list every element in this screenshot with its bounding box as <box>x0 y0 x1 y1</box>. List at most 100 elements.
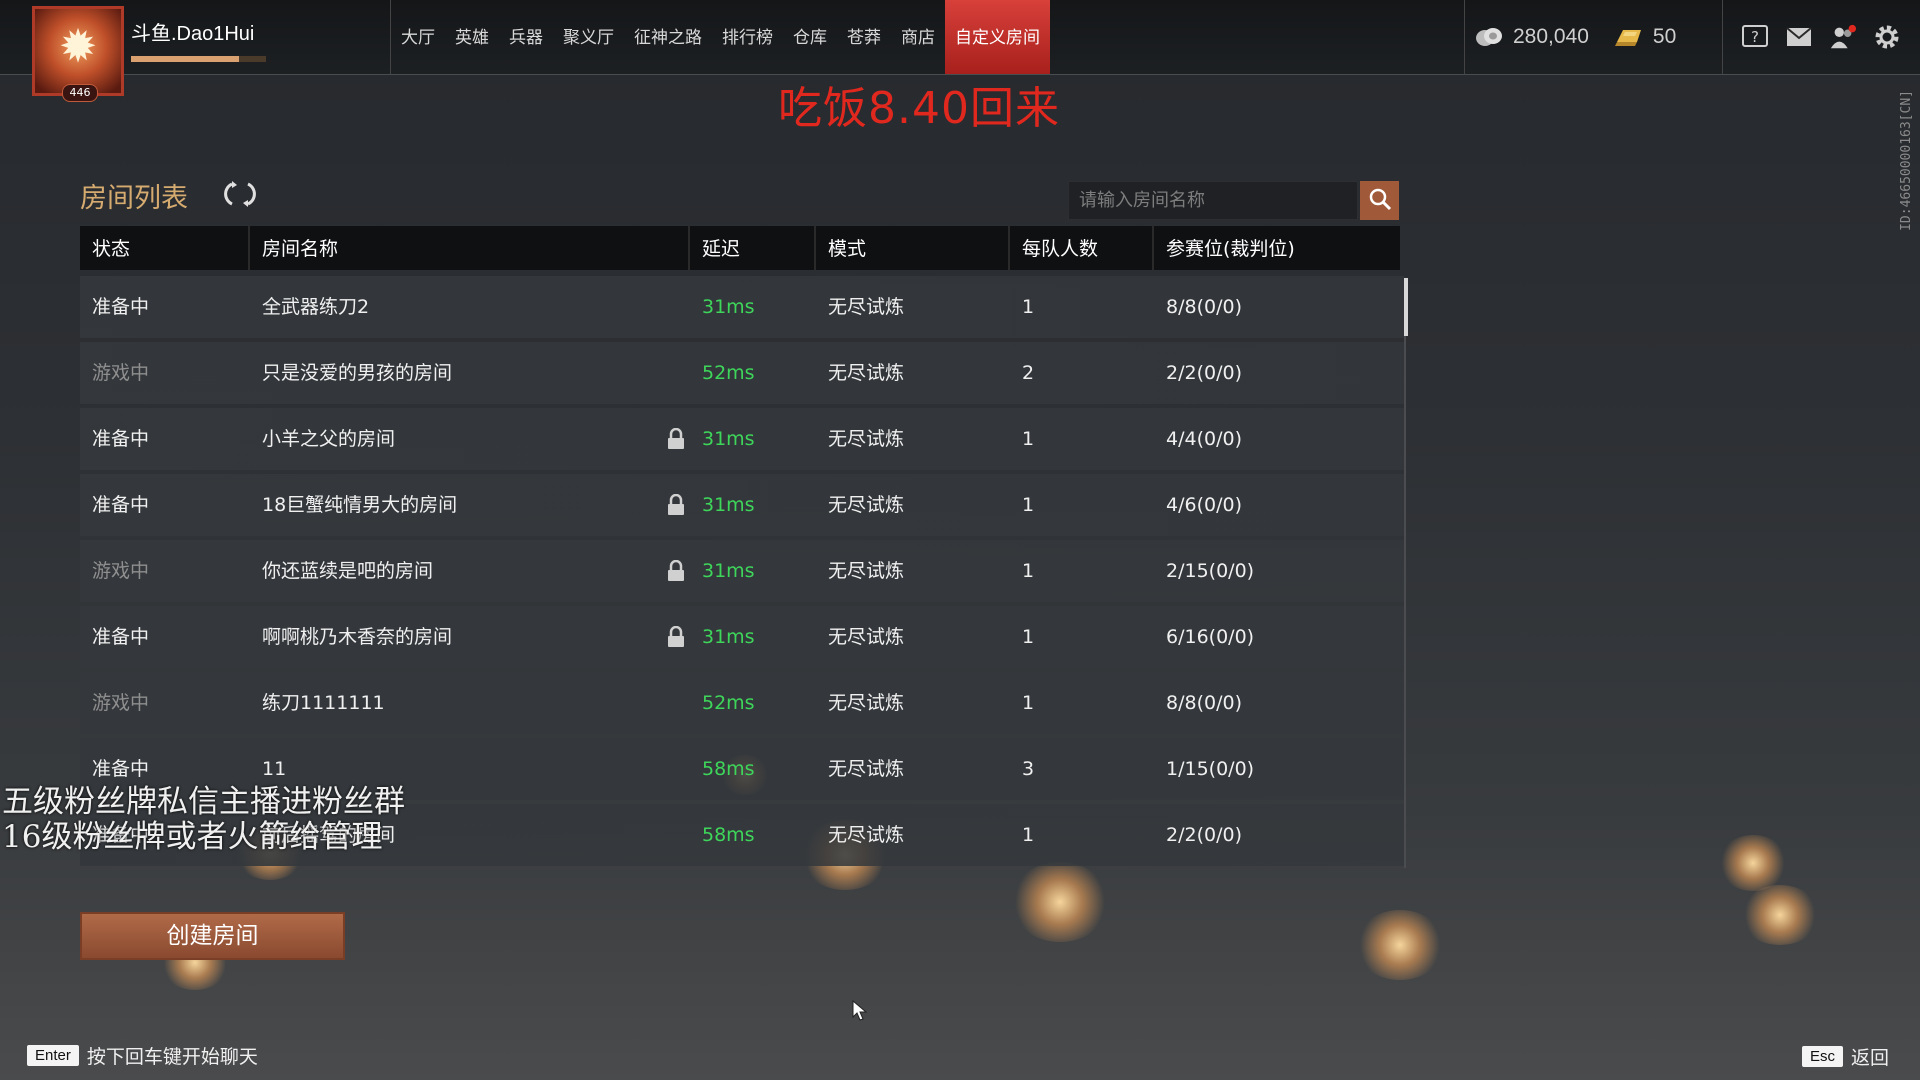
room-ping: 31ms <box>702 560 755 582</box>
level-badge: 446 <box>62 84 98 102</box>
header-status: 状态 <box>80 226 250 270</box>
room-ping: 52ms <box>702 362 755 384</box>
room-row[interactable]: 准备中 啊啊桃乃木香奈的房间 31ms 无尽试炼 1 6/16(0/0) <box>80 606 1404 668</box>
room-ping: 31ms <box>702 296 755 318</box>
room-status: 准备中 <box>92 428 150 450</box>
nav-item[interactable]: 苍莽 <box>837 0 891 74</box>
room-status: 游戏中 <box>92 692 150 714</box>
room-mode: 无尽试炼 <box>828 692 905 714</box>
friends-icon[interactable] <box>1829 23 1857 51</box>
room-mode: 无尽试炼 <box>828 626 905 648</box>
search-button[interactable] <box>1360 181 1399 220</box>
room-name: 18巨蟹纯情男大的房间 <box>262 494 458 516</box>
room-mode: 无尽试炼 <box>828 758 905 780</box>
room-team-size: 2 <box>1022 362 1035 384</box>
avatar-emblem-icon: ✹ <box>58 19 98 73</box>
refresh-icon[interactable] <box>224 178 256 210</box>
main-nav: 大厅 英雄 兵器 聚义厅 征神之路 排行榜 仓库 苍莽 商店 自定义房间 <box>390 0 1050 74</box>
help-icon[interactable]: ? <box>1741 23 1769 51</box>
header-team-size: 每队人数 <box>1010 226 1154 270</box>
room-slots: 8/8(0/0) <box>1166 692 1242 714</box>
room-row[interactable]: 游戏中 练刀1111111 52ms 无尽试炼 1 8/8(0/0) <box>80 672 1404 734</box>
room-team-size: 1 <box>1022 494 1035 516</box>
room-slots: 2/2(0/0) <box>1166 362 1242 384</box>
nav-item[interactable]: 英雄 <box>445 0 499 74</box>
room-mode: 无尽试炼 <box>828 362 905 384</box>
nav-item[interactable]: 征神之路 <box>624 0 712 74</box>
esc-key-badge: Esc <box>1802 1046 1844 1067</box>
nav-item[interactable]: 自定义房间 <box>945 0 1050 74</box>
lock-icon <box>666 559 686 582</box>
room-row[interactable]: 准备中 18巨蟹纯情男大的房间 31ms 无尽试炼 1 4/6(0/0) <box>80 474 1404 536</box>
top-icons: ? <box>1722 0 1901 74</box>
room-slots: 4/4(0/0) <box>1166 428 1242 450</box>
nav-item[interactable]: 大厅 <box>391 0 445 74</box>
room-status: 游戏中 <box>92 560 150 582</box>
room-team-size: 1 <box>1022 560 1035 582</box>
stream-overlay-line2: 16级粉丝牌或者火箭给管理 <box>2 819 383 855</box>
room-status: 准备中 <box>92 296 150 318</box>
enter-key-badge: Enter <box>27 1045 79 1066</box>
room-team-size: 1 <box>1022 626 1035 648</box>
gold-ingot-icon <box>1614 26 1643 48</box>
player-avatar[interactable]: ✹ <box>32 6 124 96</box>
lantern-light <box>1718 835 1788 891</box>
room-name: 练刀1111111 <box>262 692 385 714</box>
scrollbar-thumb[interactable] <box>1404 278 1408 336</box>
room-mode: 无尽试炼 <box>828 428 905 450</box>
header-ping: 延迟 <box>690 226 816 270</box>
nav-item[interactable]: 聚义厅 <box>553 0 624 74</box>
coin-icon <box>1475 26 1503 48</box>
room-list-title: 房间列表 <box>80 183 188 214</box>
room-team-size: 1 <box>1022 296 1035 318</box>
lock-icon <box>666 625 686 648</box>
room-row[interactable]: 游戏中 只是没爱的男孩的房间 52ms 无尽试炼 2 2/2(0/0) <box>80 342 1404 404</box>
room-row[interactable]: 游戏中 你还蓝续是吧的房间 31ms 无尽试炼 1 2/15(0/0) <box>80 540 1404 602</box>
header-room-name: 房间名称 <box>250 226 690 270</box>
room-ping: 31ms <box>702 626 755 648</box>
mail-icon[interactable] <box>1785 23 1813 51</box>
xp-fill <box>131 56 239 62</box>
back-hint-text: 返回 <box>1851 1047 1890 1069</box>
coin-amount: 280,040 <box>1513 25 1589 48</box>
room-status: 游戏中 <box>92 362 150 384</box>
room-team-size: 1 <box>1022 824 1035 846</box>
room-ping: 31ms <box>702 428 755 450</box>
scrollbar-track[interactable] <box>1404 278 1406 868</box>
header-slots: 参赛位(裁判位) <box>1166 238 1295 260</box>
back-hint[interactable]: Esc 返回 <box>1802 1043 1889 1070</box>
mouse-cursor-icon <box>852 999 870 1026</box>
chat-hint[interactable]: Enter 按下回车键开始聊天 <box>27 1042 258 1069</box>
room-slots: 1/15(0/0) <box>1166 758 1255 780</box>
nav-item[interactable]: 排行榜 <box>712 0 783 74</box>
room-ping: 58ms <box>702 758 755 780</box>
room-ping: 58ms <box>702 824 755 846</box>
settings-gear-icon[interactable] <box>1873 23 1901 51</box>
room-name: 全武器练刀2 <box>262 296 370 318</box>
xp-bar <box>131 56 266 62</box>
nav-item[interactable]: 兵器 <box>499 0 553 74</box>
table-header: 状态 房间名称 延迟 模式 每队人数 参赛位(裁判位) <box>80 226 1400 270</box>
room-search-input[interactable] <box>1069 182 1357 219</box>
room-name: 小羊之父的房间 <box>262 428 396 450</box>
room-slots: 8/8(0/0) <box>1166 296 1242 318</box>
room-team-size: 3 <box>1022 758 1035 780</box>
room-mode: 无尽试炼 <box>828 296 905 318</box>
player-name: 斗鱼.Dao1Hui <box>131 23 255 45</box>
nav-item[interactable]: 仓库 <box>783 0 837 74</box>
room-row[interactable]: 准备中 全武器练刀2 31ms 无尽试炼 1 8/8(0/0) <box>80 276 1404 338</box>
room-team-size: 1 <box>1022 692 1035 714</box>
create-room-button[interactable]: 创建房间 <box>80 912 345 960</box>
room-name: 啊啊桃乃木香奈的房间 <box>262 626 453 648</box>
room-row[interactable]: 准备中 小羊之父的房间 31ms 无尽试炼 1 4/4(0/0) <box>80 408 1404 470</box>
search-icon <box>1368 187 1392 215</box>
lantern-light <box>1740 885 1820 945</box>
room-ping: 31ms <box>702 494 755 516</box>
nav-item[interactable]: 商店 <box>891 0 945 74</box>
lantern-light <box>1010 862 1110 942</box>
top-bar: 斗鱼.Dao1Hui 大厅 英雄 兵器 聚义厅 征神之路 排行榜 仓库 苍莽 商店 自定义房间 2… <box>0 0 1920 75</box>
room-mode: 无尽试炼 <box>828 494 905 516</box>
room-mode: 无尽试炼 <box>828 824 905 846</box>
lock-icon <box>666 493 686 516</box>
room-slots: 2/2(0/0) <box>1166 824 1242 846</box>
